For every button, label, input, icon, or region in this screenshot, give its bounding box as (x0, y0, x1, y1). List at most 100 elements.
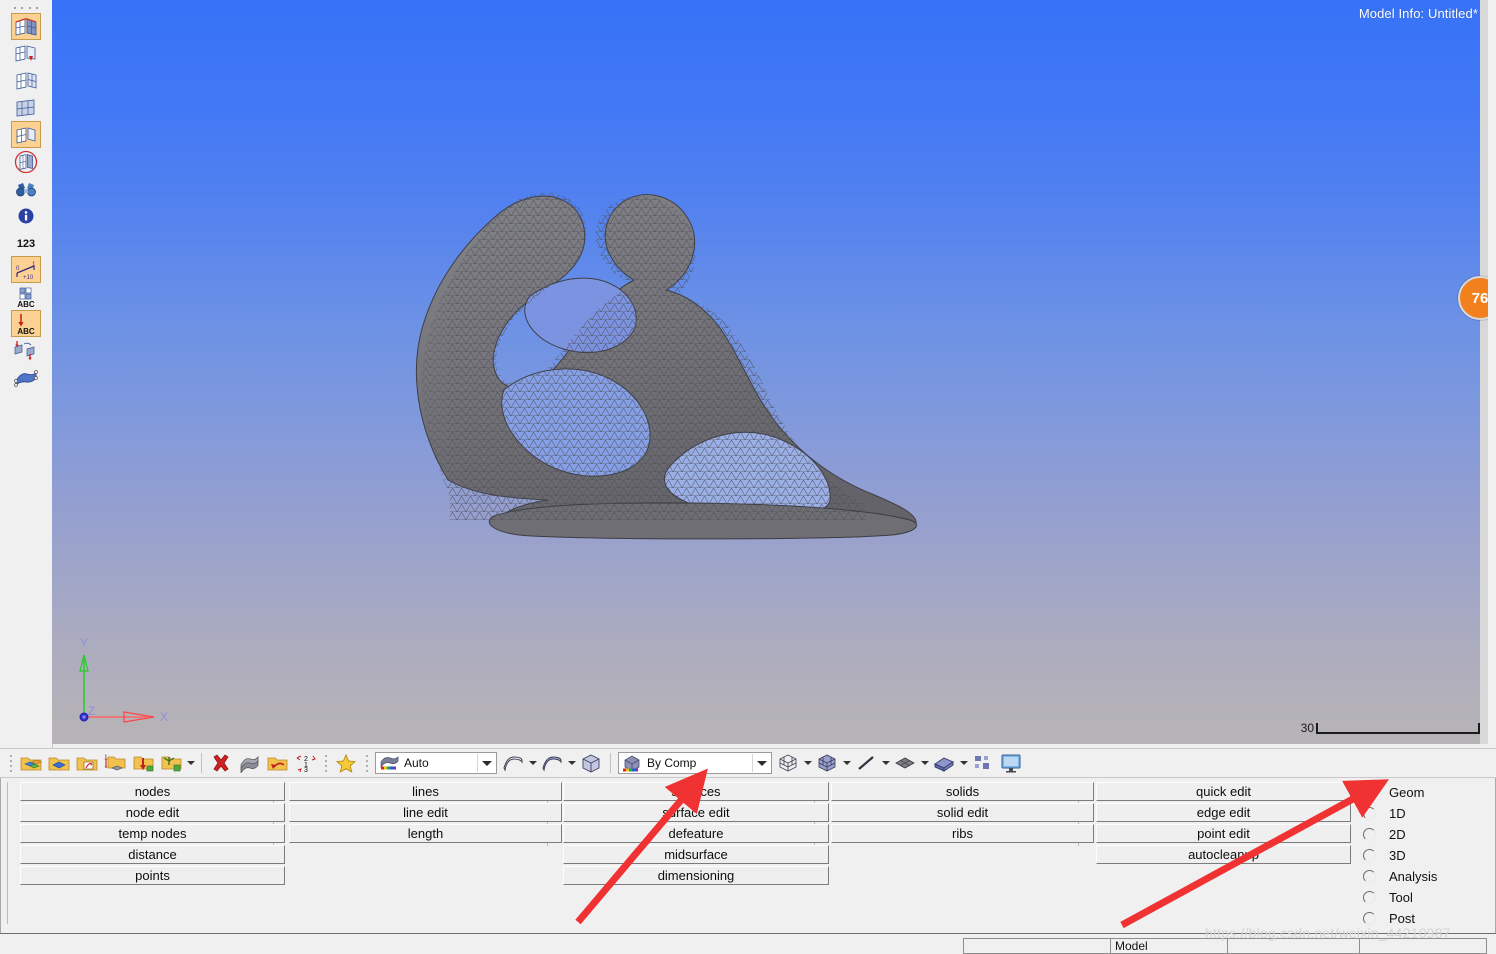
status-cell-blank-1[interactable] (963, 938, 1111, 954)
toolbar-grip-1[interactable] (7, 753, 14, 773)
wireframe-surface-icon[interactable] (499, 750, 527, 776)
module-label-1d: 1D (1389, 806, 1406, 821)
numbers-123-icon[interactable]: 123 (11, 229, 41, 256)
open-session-icon[interactable] (73, 750, 101, 776)
module-radio-3d[interactable]: 3D (1353, 845, 1483, 866)
toolbar-grip-2[interactable] (322, 753, 329, 773)
panel-button-quick-edit[interactable]: quick edit (1096, 782, 1351, 801)
shaded-cube-icon[interactable] (813, 750, 841, 776)
panel-button-surfaces[interactable]: surfaces (563, 782, 829, 801)
mesh-transfer-icon[interactable] (11, 337, 41, 364)
delete-icon[interactable] (207, 750, 235, 776)
toolbar-separator-1 (201, 753, 202, 773)
shell-element-chevron-down-icon[interactable] (919, 750, 930, 776)
mesh-shade-icon[interactable] (11, 94, 41, 121)
panel-button-defeature[interactable]: defeature (563, 824, 829, 843)
module-radio-analysis[interactable]: Analysis (1353, 866, 1483, 887)
measure-icon[interactable]: 0 1 +10 (11, 256, 41, 283)
radio-analysis-icon (1363, 870, 1376, 883)
abc-label-icon[interactable]: ABC (11, 283, 41, 310)
wireframe-surface-chevron-down-icon[interactable] (527, 750, 538, 776)
shaded-solid-icon[interactable] (577, 750, 605, 776)
3d-viewport[interactable]: Model Info: Untitled* Y X Z 30 76 (52, 0, 1488, 744)
panel-button-solid-edit[interactable]: solid edit (831, 803, 1094, 822)
status-cell-blank-2[interactable] (1227, 938, 1360, 954)
radio-tool-icon (1363, 891, 1376, 904)
surface-patch-icon[interactable] (11, 364, 41, 391)
module-label-geom: Geom (1389, 785, 1425, 800)
renumber-icon[interactable]: 2 1 3 (291, 750, 319, 776)
sculpture-body (416, 192, 917, 540)
organize-folder-icon[interactable] (263, 750, 291, 776)
module-radio-tool[interactable]: Tool (1353, 887, 1483, 908)
panel-button-point-edit[interactable]: point edit (1096, 824, 1351, 843)
mesh-grid-icon[interactable] (11, 67, 41, 94)
toolbar-grip[interactable] (14, 3, 38, 13)
by-comp-value: By Comp (647, 756, 697, 770)
module-radio-1d[interactable]: 1D (1353, 803, 1483, 824)
wireframe-cube-icon[interactable] (774, 750, 802, 776)
panel-button-points[interactable]: points (20, 866, 285, 885)
sculpture-mesh[interactable] (52, 0, 1488, 744)
panel-button-ribs[interactable]: ribs (831, 824, 1094, 843)
panel-button-line-edit[interactable]: line edit (289, 803, 562, 822)
panel-button-temp-nodes[interactable]: temp nodes (20, 824, 285, 843)
panel-button-surface-edit[interactable]: surface edit (563, 803, 829, 822)
shaded-cube-chevron-down-icon[interactable] (841, 750, 852, 776)
shaded-surface-icon[interactable] (538, 750, 566, 776)
panel-button-autocleanup[interactable]: autocleanup (1096, 845, 1351, 864)
module-radio-geom[interactable]: Geom (1353, 782, 1483, 803)
color-mode-chevron-down-icon[interactable] (477, 754, 496, 772)
by-comp-combo[interactable]: By Comp (618, 752, 772, 774)
panel-button-nodes[interactable]: nodes (20, 782, 285, 801)
solid-element-icon[interactable] (930, 750, 958, 776)
wireframe-cube-chevron-down-icon[interactable] (802, 750, 813, 776)
binoculars-icon[interactable] (11, 175, 41, 202)
status-cell-model[interactable]: Model (1110, 938, 1228, 954)
line-element-icon[interactable] (852, 750, 880, 776)
scale-bar-line (1316, 723, 1480, 734)
panel-button-node-edit[interactable]: node edit (20, 803, 285, 822)
panel-button-solids[interactable]: solids (831, 782, 1094, 801)
temp-node-icon[interactable]: t (101, 750, 129, 776)
favorites-star-icon[interactable] (332, 750, 360, 776)
module-label-tool: Tool (1389, 890, 1413, 905)
panel-button-length[interactable]: length (289, 824, 562, 843)
module-label-3d: 3D (1389, 848, 1406, 863)
mask-icon[interactable] (969, 750, 997, 776)
export-chevron-down-icon[interactable] (185, 750, 196, 776)
panel-button-distance[interactable]: distance (20, 845, 285, 864)
status-cell-blank-3[interactable] (1359, 938, 1487, 954)
panel-button-lines[interactable]: lines (289, 782, 562, 801)
color-mode-combo[interactable]: Auto (375, 752, 497, 774)
line-element-chevron-down-icon[interactable] (880, 750, 891, 776)
shaded-surface-chevron-down-icon[interactable] (566, 750, 577, 776)
abc-drop-icon[interactable]: ABC (11, 310, 41, 337)
screen-capture-icon[interactable] (997, 750, 1025, 776)
module-radio-2d[interactable]: 2D (1353, 824, 1483, 845)
mesh-bracket-icon[interactable] (11, 121, 41, 148)
info-icon[interactable] (11, 202, 41, 229)
scale-bar: 30 (1301, 716, 1480, 734)
mesh-circle-icon[interactable] (11, 148, 41, 175)
open-model-icon[interactable] (17, 750, 45, 776)
panel-button-midsurface[interactable]: midsurface (563, 845, 829, 864)
nodes-column: nodes node edit temp nodes distance poin… (20, 782, 285, 887)
export-icon[interactable] (157, 750, 185, 776)
by-comp-chevron-down-icon[interactable] (752, 754, 771, 772)
mesh-display-icon[interactable] (11, 13, 41, 40)
mesh-apply-icon[interactable] (11, 40, 41, 67)
panel-button-dimensioning[interactable]: dimensioning (563, 866, 829, 885)
module-radio-post[interactable]: Post (1353, 908, 1483, 929)
toolbar-grip-3[interactable] (363, 753, 370, 773)
stack-layers-icon[interactable] (235, 750, 263, 776)
import-solid-icon[interactable] (45, 750, 73, 776)
import-down-icon[interactable] (129, 750, 157, 776)
module-label-2d: 2D (1389, 827, 1406, 842)
scale-bar-label: 30 (1300, 721, 1314, 735)
shell-element-icon[interactable] (891, 750, 919, 776)
solid-element-chevron-down-icon[interactable] (958, 750, 969, 776)
command-panel-columns: nodes node edit temp nodes distance poin… (7, 782, 1351, 924)
panel-button-edge-edit[interactable]: edge edit (1096, 803, 1351, 822)
module-label-post: Post (1389, 911, 1416, 926)
